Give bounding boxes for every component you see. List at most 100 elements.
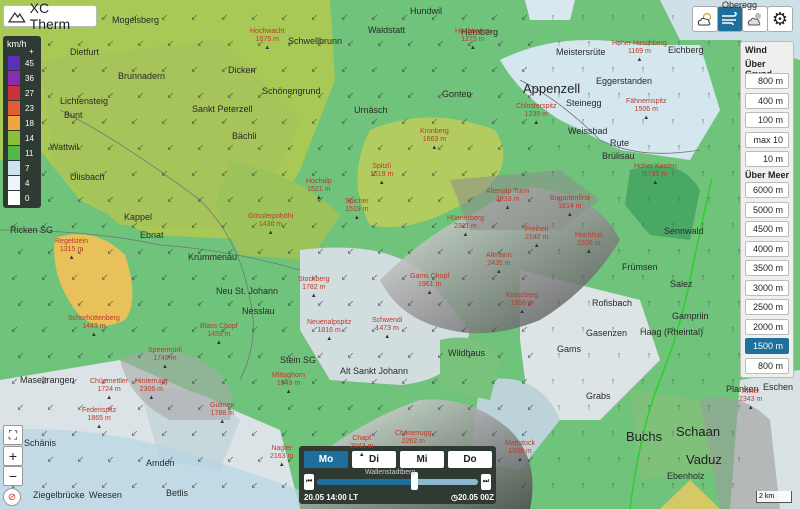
wind-arrow-icon: ↑ [610,12,616,22]
peak-altitude: 2163 m [270,453,294,460]
ground-level-button[interactable]: 400 m [745,92,789,109]
town-label: Eichberg [668,45,704,55]
wind-arrow-icon: ↙ [400,64,409,74]
wind-arrow-icon: ↙ [250,376,259,386]
wind-arrow-icon: ↑ [580,480,586,490]
peak-name: Mattstock [505,440,535,447]
app-logo[interactable]: XC Therm [3,0,97,32]
wind-arrow-icon: ↙ [256,246,265,256]
slider-track[interactable]: Wallenstadtberg [317,469,478,490]
wind-arrow-icon: ↙ [286,194,295,204]
wind-arrow-icon: ↙ [166,246,175,256]
wind-arrow-icon: ↙ [370,64,379,74]
legend-swatch [8,56,20,70]
wind-arrow-icon: ↙ [166,90,175,100]
zoom-out-button[interactable]: − [3,466,23,486]
wind-arrow-icon: ↑ [670,376,676,386]
wind-arrow-icon: ↑ [646,454,652,464]
location-button[interactable]: ⊘ [3,488,21,506]
wind-arrow-icon: ↙ [436,194,445,204]
wind-arrow-icon: ↙ [490,64,499,74]
wind-arrow-icon: ↙ [376,90,385,100]
wind-arrow-icon: ↙ [256,194,265,204]
peak-label: Spitzli 1519 m ▲ [370,163,393,187]
time-panel: Mo Di Mi Do Wallenstadtberg ⏮ ⏭ 20.05 14:00… [299,446,496,504]
sea-level-button[interactable]: 6000 m [745,182,789,198]
wind-arrow-icon: ↑ [676,402,682,412]
town-label: Rofisbach [592,298,633,308]
wind-arrow-icon: ↑ [730,428,736,438]
wind-arrow-icon: ↑ [610,480,616,490]
wind-arrow-icon: ↙ [370,272,379,282]
wind-arrow-icon: ↙ [346,90,355,100]
peak-name: Altenalp Turm [486,188,530,195]
wind-arrow-icon: ↑ [676,142,682,152]
wind-arrow-icon: ↑ [706,246,712,256]
wind-arrow-icon: ↑ [730,272,736,282]
wind-arrow-icon: ↑ [550,64,556,74]
sea-level-button[interactable]: 5000 m [745,201,789,218]
sea-level-button[interactable]: 1500 m [745,338,789,354]
peak-label: Hochwacht 1075 m ▲ [250,28,285,52]
slider-start-button[interactable]: ⏮ [304,474,314,490]
cloud-sun-button[interactable] [692,6,718,32]
ground-level-button[interactable]: 800 m [745,73,789,89]
wind-arrow-icon: ↑ [610,428,616,438]
wind-arrow-icon: ↑ [580,64,586,74]
wind-arrow-icon: ↙ [376,194,385,204]
wind-arrow-icon: ↑ [556,142,562,152]
slider-end-button[interactable]: ⏭ [481,474,491,490]
wind-arrow-icon: ↑ [670,12,676,22]
wind-arrow-icon: ↑ [550,272,556,282]
wind-arrow-icon: ↙ [340,12,349,22]
sea-level-button[interactable]: 4000 m [745,240,789,257]
town-label: Buchs [626,429,663,444]
peak-altitude: 1519 m [345,206,369,213]
day-tab[interactable]: Do [448,451,492,468]
sea-level-button[interactable]: 800 m [745,357,789,374]
peak-altitude: 2033 m [495,196,520,203]
sea-level-button[interactable]: 3000 m [745,279,789,296]
peak-marker-icon: ▲ [585,249,592,255]
zoom-in-button[interactable]: + [3,446,23,466]
wind-arrow-icon: ↙ [460,168,469,178]
peak-name: Speermürli [148,347,182,354]
peak-name: Kreuzberg [506,292,539,299]
ground-level-button[interactable]: 10 m [745,151,789,167]
wind-arrow-icon: ↑ [640,376,646,386]
day-tab[interactable]: Mo [304,451,348,468]
sea-level-button[interactable]: 2500 m [745,299,789,315]
peak-label: Chlosterspitz 1239 m ▲ [516,103,556,127]
peak-label: Gösslerpohöhi 1430 m ▲ [248,213,293,237]
wind-arrow-icon: ↑ [580,324,586,334]
town-label: Schaan [676,424,721,439]
peak-label: Schwendi 1473 m ▲ [372,317,402,341]
peak-name: Gams Chopf [410,273,450,280]
wind-arrow-icon: ↙ [196,350,205,360]
wind-arrow-icon: ↙ [250,116,259,126]
wind-arrow-icon: ↙ [130,116,139,126]
wind-arrow-icon: ↙ [310,220,319,230]
sea-level-button[interactable]: 2000 m [745,318,789,335]
fullscreen-button[interactable]: ⛶ [3,425,23,445]
sea-level-button[interactable]: 3500 m [745,260,789,276]
ground-level-button[interactable]: 100 m [745,112,789,128]
wind-arrow-icon: ↙ [106,194,115,204]
wind-arrow-icon: ↙ [196,38,205,48]
town-label: Betlis [166,488,189,498]
utc-time: 20.05 00Z [457,493,495,502]
wind-arrow-icon: ↙ [256,454,265,464]
ground-level-button[interactable]: max 10 m [745,131,789,159]
wind-arrow-icon: ↙ [466,246,475,256]
town-label: Hundwil [410,6,443,16]
sea-level-button[interactable]: 4500 m [745,221,789,237]
wind-arrow-icon: ↙ [496,38,505,48]
wind-arrow-icon: ↙ [100,116,109,126]
peak-name: Nagler [271,445,292,452]
legend-value: 45 [25,59,34,68]
cloud-sun-icon [697,12,712,26]
wind-arrow-icon: ↙ [316,246,325,256]
settings-button[interactable]: ⚙ [767,6,793,32]
wind-arrow-icon: ↙ [406,90,415,100]
town-label: Eggerstanden [596,76,653,86]
